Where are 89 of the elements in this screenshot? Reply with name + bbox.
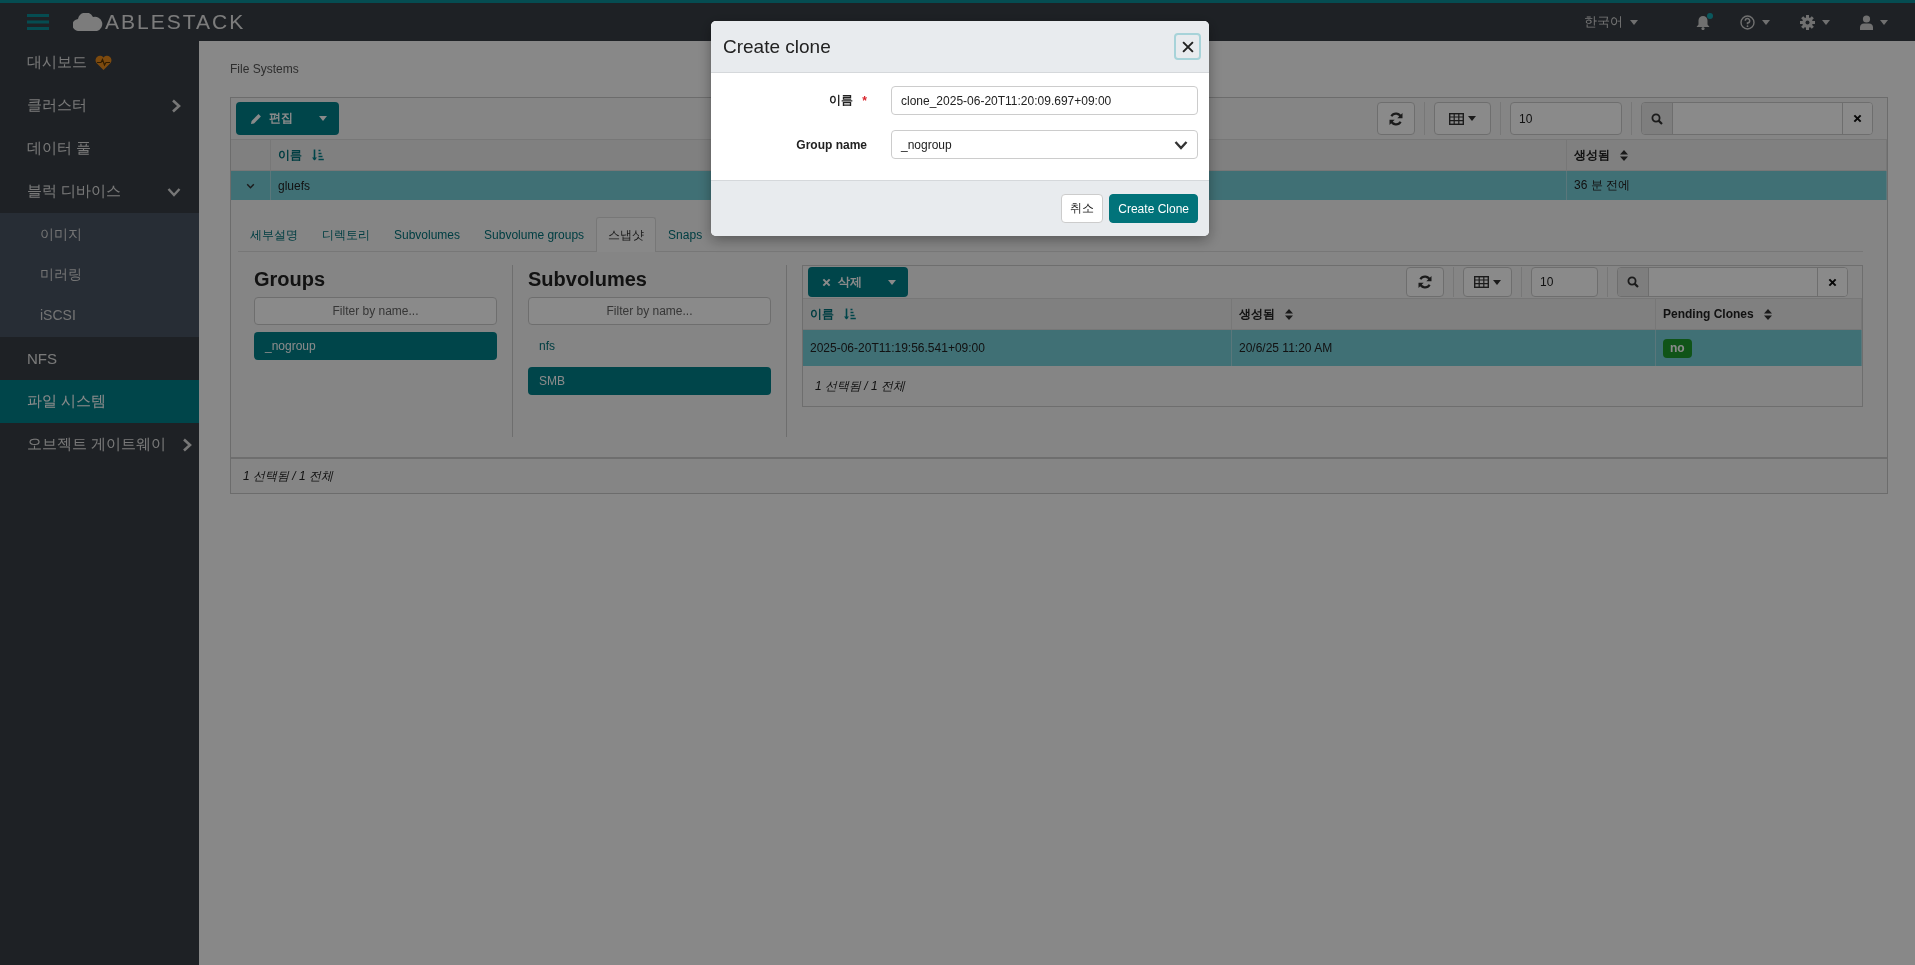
language-dropdown[interactable]: 한국어: [1569, 13, 1653, 31]
list-item[interactable]: SMB: [528, 367, 771, 395]
chevron-down-icon: [1174, 139, 1188, 150]
sort-ascending-icon: [844, 308, 856, 320]
section-title: Groups: [254, 267, 327, 291]
search-icon: [1627, 276, 1639, 288]
table-icon: [1474, 276, 1489, 288]
tab[interactable]: 스냅샷: [596, 217, 657, 252]
caret-down-icon: [319, 116, 327, 121]
cloud-logo-icon: [73, 13, 103, 31]
status-badge: no: [1663, 338, 1692, 358]
caret-down-icon: [1630, 19, 1638, 25]
column-toggle-button[interactable]: [1463, 267, 1512, 297]
refresh-icon: [1418, 275, 1432, 289]
cancel-button[interactable]: 취소: [1061, 194, 1104, 223]
sort-ascending-icon: [312, 149, 324, 161]
field-label: 이름: [829, 92, 854, 109]
help-icon[interactable]: [1740, 14, 1755, 30]
column-header[interactable]: Pending Clones: [1656, 299, 1862, 329]
logo-text: ABLESTACK: [105, 10, 246, 34]
close-icon: [1180, 39, 1195, 54]
tab[interactable]: Subvolumes: [382, 217, 473, 252]
search-icon: [1651, 112, 1663, 125]
field-label: Group name: [796, 137, 867, 152]
column-header[interactable]: 생성됨: [1232, 299, 1656, 329]
filter-field[interactable]: Filter by name...: [528, 297, 771, 325]
search-field[interactable]: [1641, 102, 1873, 135]
page-size-field[interactable]: 10: [1531, 267, 1598, 297]
breadcrumb: File Systems: [230, 61, 300, 78]
selection-summary: 1 선택됨 / 1 전체: [231, 457, 1887, 493]
refresh-button[interactable]: [1377, 102, 1415, 135]
settings-icon[interactable]: [1800, 14, 1815, 30]
tab[interactable]: 세부설명: [238, 217, 310, 252]
sidebar-item[interactable]: 블럭 디바이스: [0, 170, 199, 213]
tab[interactable]: Subvolume groups: [472, 217, 597, 252]
select-field[interactable]: _nogroup: [891, 130, 1198, 159]
bell-icon[interactable]: [1696, 14, 1710, 30]
caret-down-icon: [1880, 19, 1888, 25]
edit-button[interactable]: 편집: [236, 102, 339, 135]
page-size-field[interactable]: 10: [1510, 102, 1622, 135]
caret-down-icon: [1822, 19, 1830, 25]
column-header[interactable]: 생성됨: [1567, 140, 1887, 170]
x-icon: [822, 277, 831, 287]
table-cell: 36 분 전에: [1567, 171, 1887, 200]
caret-down-icon: [1762, 19, 1770, 25]
table-icon: [1449, 112, 1464, 125]
text-field[interactable]: clone_2025-06-20T11:20:09.697+09:00: [891, 86, 1198, 115]
list-item[interactable]: nfs: [528, 332, 771, 360]
sidebar-item[interactable]: 오브젝트 게이트웨이: [0, 423, 199, 466]
column-toggle-button[interactable]: [1434, 102, 1491, 135]
sidebar-subitem[interactable]: 미러링: [0, 255, 199, 295]
caret-down-icon: [1468, 116, 1476, 121]
caret-down-icon: [888, 279, 896, 285]
sidebar-item[interactable]: 클러스터: [0, 84, 199, 127]
column-header[interactable]: 이름: [803, 299, 1232, 329]
sort-icon: [1285, 308, 1293, 320]
refresh-button[interactable]: [1406, 267, 1444, 297]
table-cell: 2025-06-20T11:19:56.541+09:00: [803, 330, 1232, 366]
sidebar-subitem[interactable]: iSCSI: [0, 295, 199, 335]
caret-down-icon: [1493, 279, 1501, 285]
heart-pulse-icon: [95, 55, 112, 70]
selection-summary: 1 선택됨 / 1 전체: [814, 377, 907, 395]
refresh-icon: [1389, 111, 1403, 126]
sidebar-item[interactable]: 대시보드: [0, 41, 199, 84]
pencil-icon: [250, 112, 262, 125]
required-mark: *: [862, 93, 867, 108]
tab[interactable]: Snaps: [656, 217, 715, 252]
delete-button[interactable]: 삭제: [808, 267, 908, 297]
filter-field[interactable]: Filter by name...: [254, 297, 497, 325]
sidebar-subitem[interactable]: 이미지: [0, 215, 199, 255]
user-icon[interactable]: [1860, 14, 1873, 30]
section-title: Subvolumes: [528, 267, 648, 291]
sidebar-item[interactable]: 파일 시스템: [0, 380, 199, 423]
close-icon: [1828, 277, 1837, 287]
sort-icon: [1620, 149, 1628, 161]
tab[interactable]: 디렉토리: [310, 217, 382, 252]
sort-icon: [1763, 308, 1772, 320]
close-icon: [1853, 114, 1862, 123]
dialog-title: Create clone: [723, 35, 832, 58]
sidebar-item[interactable]: NFS: [0, 337, 199, 380]
table-row[interactable]: 2025-06-20T11:19:56.541+09:00 20/6/25 11:20 AM no: [803, 330, 1862, 366]
search-field[interactable]: [1617, 267, 1848, 297]
sidebar-item[interactable]: 데이터 풀: [0, 127, 199, 170]
clear-search-button[interactable]: [1817, 268, 1847, 296]
close-button[interactable]: [1174, 33, 1201, 60]
clear-search-button[interactable]: [1842, 103, 1872, 134]
create-button[interactable]: Create Clone: [1109, 194, 1198, 223]
table-cell: 20/6/25 11:20 AM: [1232, 330, 1656, 366]
list-item[interactable]: _nogroup: [254, 332, 497, 360]
